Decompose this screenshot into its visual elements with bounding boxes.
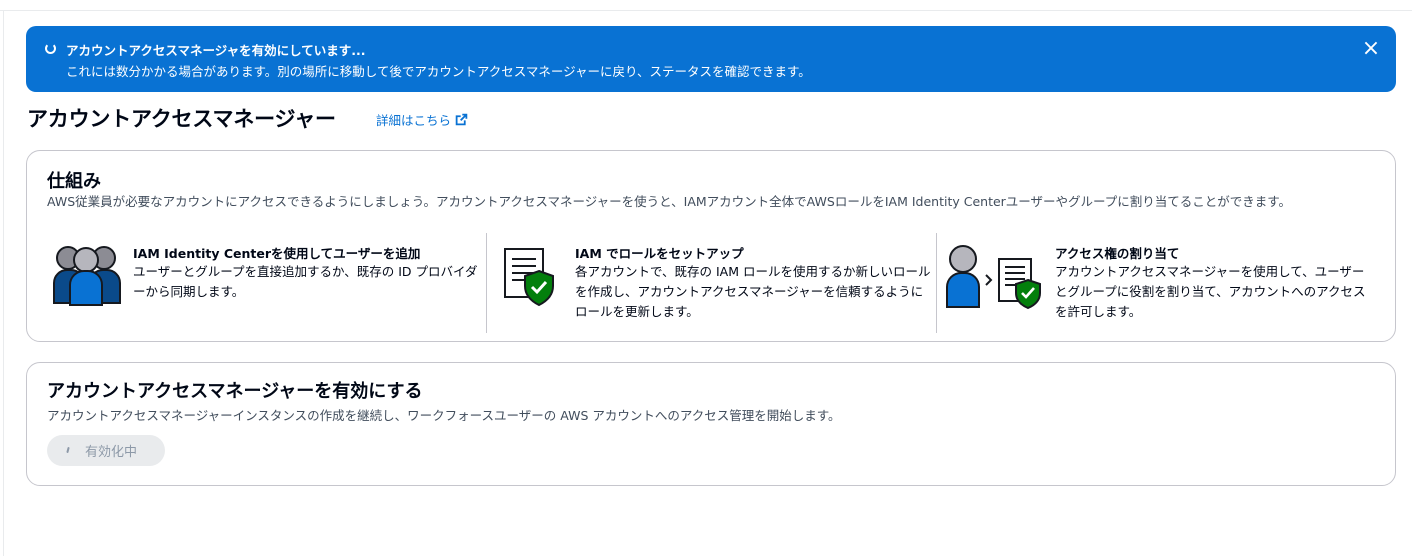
learn-more-link[interactable]: 詳細はこちら xyxy=(376,110,468,129)
step-assign-access: アクセス権の割り当て アカウントアクセスマネージャーを使用して、ユーザーとグルー… xyxy=(946,239,1377,335)
left-divider xyxy=(3,10,4,556)
flash-message: これには数分かかる場合があります。別の場所に移動して後でアカウントアクセスマネー… xyxy=(66,64,811,79)
enable-description: アカウントアクセスマネージャーインスタンスの作成を継続し、ワークフォースユーザー… xyxy=(47,408,841,423)
document-shield-icon xyxy=(504,248,554,307)
loading-spinner-icon xyxy=(63,446,73,456)
how-it-works-description: AWS従業員が必要なアカウントにアクセスできるようにしましょう。アカウントアクセ… xyxy=(47,194,1292,209)
loading-spinner-icon xyxy=(45,43,56,54)
external-link-icon xyxy=(455,113,468,126)
enabling-button: 有効化中 xyxy=(47,435,165,466)
enable-title: アカウントアクセスマネージャーを有効にする xyxy=(47,381,423,402)
step-3-title: アクセス権の割り当て xyxy=(1055,246,1180,261)
learn-more-label: 詳細はこちら xyxy=(376,113,452,128)
step-setup-roles: IAM でロールをセットアップ 各アカウントで、既存の IAM ロールを使用する… xyxy=(497,239,937,335)
how-it-works-card: 仕組み AWS従業員が必要なアカウントにアクセスできるようにしましょう。アカウン… xyxy=(26,150,1396,342)
flash-notification: アカウントアクセスマネージャを有効にしています... これには数分かかる場合があ… xyxy=(26,26,1396,92)
users-group-icon xyxy=(53,246,121,306)
step-1-title: IAM Identity Centerを使用してユーザーを追加 xyxy=(133,246,421,261)
step-divider xyxy=(486,233,487,333)
enabling-button-label: 有効化中 xyxy=(85,444,138,459)
how-it-works-title: 仕組み xyxy=(47,171,101,192)
step-2-description: 各アカウントで、既存の IAM ロールを使用するか新しいロールを作成し、アカウン… xyxy=(575,264,931,319)
enable-card: アカウントアクセスマネージャーを有効にする アカウントアクセスマネージャーインス… xyxy=(26,362,1396,486)
step-1-description: ユーザーとグループを直接追加するか、既存の ID プロバイダーから同期します。 xyxy=(133,264,478,299)
close-icon[interactable]: × xyxy=(1360,38,1382,61)
flash-title: アカウントアクセスマネージャを有効にしています... xyxy=(66,43,366,58)
step-2-title: IAM でロールをセットアップ xyxy=(575,246,744,261)
step-add-users: IAM Identity Centerを使用してユーザーを追加 ユーザーとグルー… xyxy=(47,239,487,335)
top-divider xyxy=(0,10,1412,11)
user-document-shield-icon xyxy=(946,245,1041,310)
page-title: アカウントアクセスマネージャー xyxy=(27,107,336,131)
step-3-description: アカウントアクセスマネージャーを使用して、ユーザーとグループに役割を割り当て、ア… xyxy=(1055,264,1366,319)
step-divider xyxy=(936,233,937,333)
